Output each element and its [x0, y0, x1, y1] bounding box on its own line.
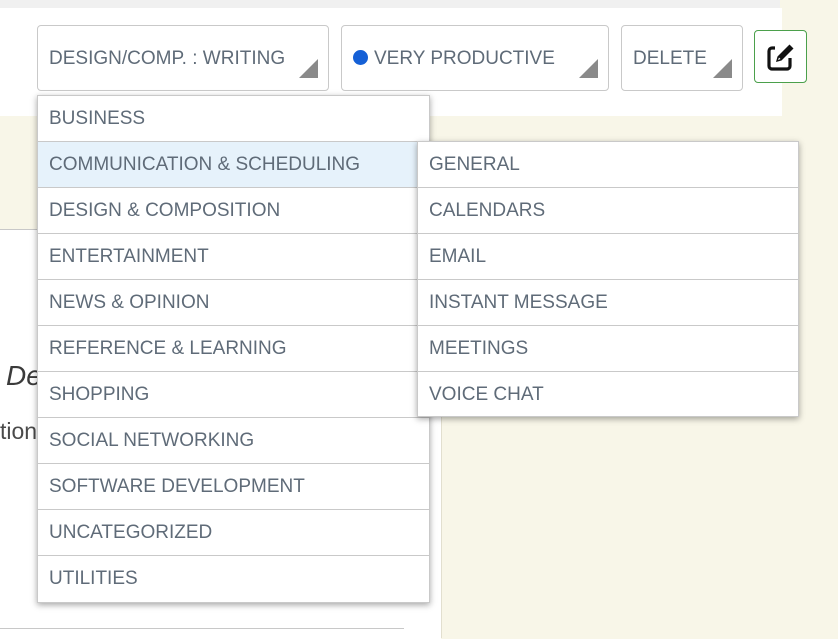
- category-select[interactable]: DESIGN/COMP. : WRITING: [37, 25, 329, 91]
- delete-select[interactable]: DELETE: [621, 25, 743, 91]
- edit-icon: [766, 43, 794, 71]
- menu-item[interactable]: UNCATEGORIZED: [38, 510, 429, 556]
- partial-text: tion: [0, 418, 38, 444]
- submenu-item[interactable]: EMAIL: [418, 234, 798, 280]
- submenu-item[interactable]: VOICE CHAT: [418, 372, 798, 418]
- menu-item[interactable]: NEWS & OPINION: [38, 280, 429, 326]
- category-select-value: DESIGN/COMP. : WRITING: [49, 48, 286, 69]
- submenu-item[interactable]: MEETINGS: [418, 326, 798, 372]
- content-divider: [0, 628, 404, 629]
- dropdown-arrow-icon: [713, 59, 732, 78]
- productivity-select-value: VERY PRODUCTIVE: [374, 48, 555, 69]
- menu-item[interactable]: SOCIAL NETWORKING: [38, 418, 429, 464]
- productivity-select[interactable]: VERY PRODUCTIVE: [341, 25, 609, 91]
- menu-item[interactable]: DESIGN & COMPOSITION: [38, 188, 429, 234]
- menu-item[interactable]: ENTERTAINMENT: [38, 234, 429, 280]
- menu-item[interactable]: BUSINESS: [38, 96, 429, 142]
- subcategory-menu: GENERAL CALENDARS EMAIL INSTANT MESSAGE …: [417, 141, 799, 417]
- submenu-item[interactable]: CALENDARS: [418, 188, 798, 234]
- dropdown-arrow-icon: [579, 59, 598, 78]
- submenu-item[interactable]: INSTANT MESSAGE: [418, 280, 798, 326]
- delete-select-value: DELETE: [633, 48, 707, 69]
- category-menu: BUSINESS COMMUNICATION & SCHEDULING DESI…: [37, 95, 430, 603]
- submenu-item[interactable]: GENERAL: [418, 142, 798, 188]
- top-bar: [0, 0, 780, 8]
- menu-item[interactable]: REFERENCE & LEARNING: [38, 326, 429, 372]
- menu-item[interactable]: SHOPPING: [38, 372, 429, 418]
- dropdown-arrow-icon: [299, 59, 318, 78]
- menu-item[interactable]: UTILITIES: [38, 556, 429, 602]
- menu-item[interactable]: SOFTWARE DEVELOPMENT: [38, 464, 429, 510]
- menu-item-highlighted[interactable]: COMMUNICATION & SCHEDULING: [38, 142, 429, 188]
- productivity-dot-icon: [353, 50, 368, 65]
- edit-button[interactable]: [754, 30, 807, 83]
